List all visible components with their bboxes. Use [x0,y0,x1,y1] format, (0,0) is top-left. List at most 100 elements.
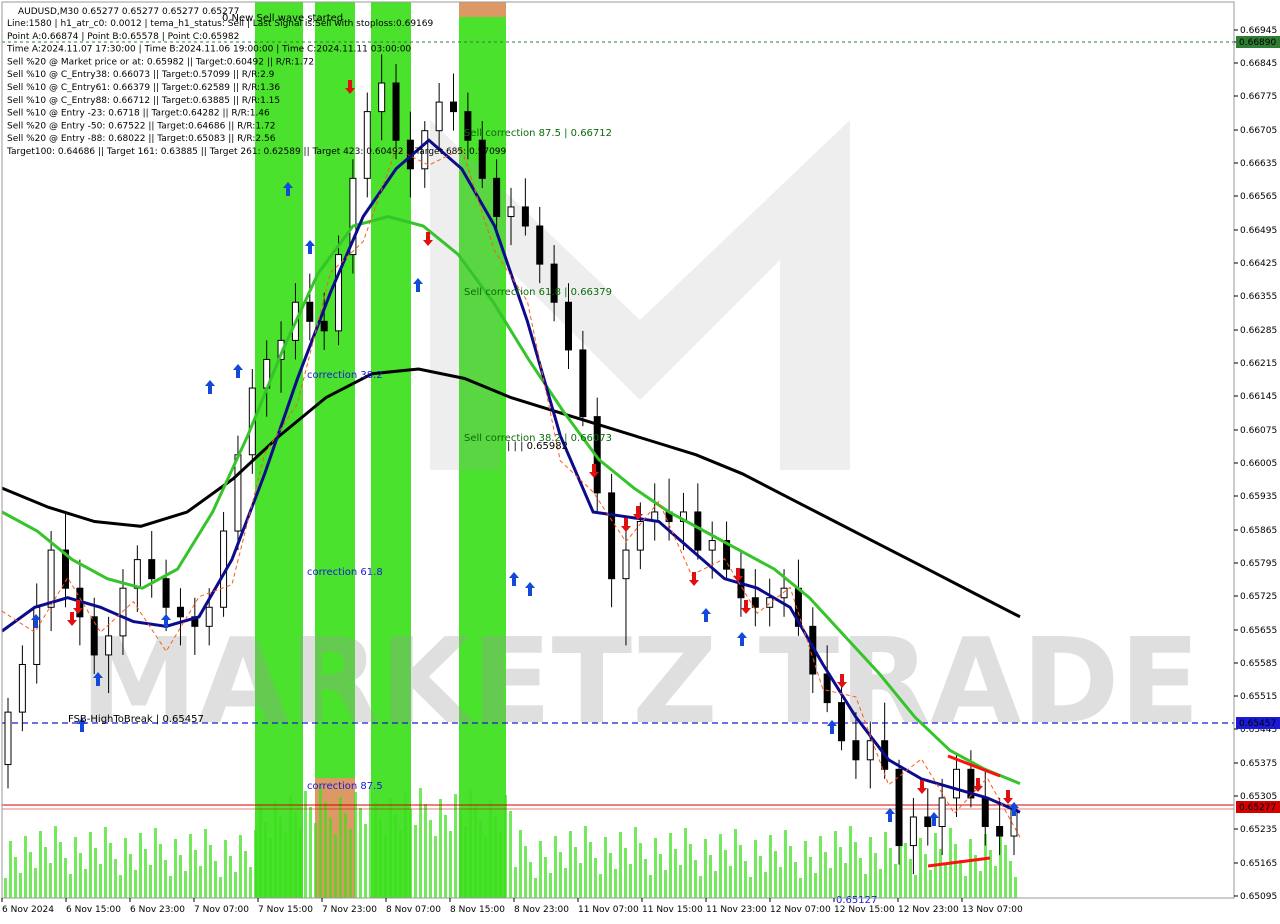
volume-bar [509,811,512,898]
candle-body [176,606,184,618]
volume-bar [649,875,652,898]
candle-body [148,559,156,580]
volume-bar [1009,861,1012,898]
x-tick-label: 11 Nov 23:00 [706,905,767,915]
volume-bar [729,866,732,898]
volume-bar [794,862,797,898]
volume-bar [369,787,372,898]
volume-bar [329,818,332,898]
volume-bar [689,844,692,898]
volume-bar [154,828,157,898]
y-tick-label: 0.66425 [1240,259,1277,269]
volume-bar [74,837,77,898]
annotation-label: correction 38.2 [307,370,383,381]
info-line: Point A:0.66874 | Point B:0.65578 | Poin… [7,32,239,42]
volume-bar [784,830,787,898]
volume-bar [104,827,107,898]
volume-bar [384,835,387,898]
x-tick-label: 11 Nov 15:00 [642,905,703,915]
volume-bar [24,836,27,898]
volume-bar [819,836,822,898]
volume-bar [184,871,187,898]
volume-bar [199,866,202,898]
candle-body [924,816,932,828]
volume-bar [924,854,927,898]
volume-bar [929,870,932,898]
volume-bar [564,868,567,898]
candle-body [205,606,213,627]
volume-bar [529,862,532,898]
volume-bar [4,878,7,898]
price-box-label: 0.66890 [1239,38,1276,48]
volume-bar [229,856,232,898]
y-tick-label: 0.65095 [1240,892,1277,902]
x-tick-label: 11 Nov 07:00 [578,905,639,915]
volume-bar [394,814,397,898]
volume-bar [334,834,337,898]
volume-bar [269,838,272,898]
volume-bar [909,859,912,898]
volume-bar [549,873,552,898]
volume-bar [584,826,587,898]
volume-bar [839,847,842,898]
candle-body [119,587,127,637]
volume-bar [534,878,537,898]
volume-bar [79,853,82,898]
correction-zone-2 [371,2,411,898]
volume-bar [734,829,737,898]
volume-bar [284,833,287,898]
volume-bar [969,839,972,898]
volume-bar [854,842,857,898]
volume-bar [829,868,832,898]
volume-bar [764,872,767,898]
y-tick-label: 0.65515 [1240,692,1277,702]
volume-bar [494,816,497,898]
volume-bar [129,854,132,898]
volume-bar [119,875,122,898]
candle-body [866,740,874,761]
y-tick-label: 0.65935 [1240,492,1277,502]
volume-bar [64,858,67,898]
volume-bar [919,838,922,898]
y-tick-label: 0.66005 [1240,459,1277,469]
chart-container[interactable]: MARKETZ TRADE Sell correction 87.5 | 0.6… [0,0,1280,920]
volume-bar [594,858,597,898]
y-tick-label: 0.66705 [1240,126,1277,136]
candle-body [766,597,774,608]
volume-bar [149,865,152,898]
annotation-label: | | | 0.65982 [507,441,568,452]
volume-bar [254,830,257,898]
price-box-label: 0.65457 [1239,719,1276,729]
volume-bar [524,846,527,898]
volume-bar [344,813,347,898]
volume-bar [589,842,592,898]
y-tick-label: 0.65585 [1240,659,1277,669]
volume-bar [519,830,522,898]
candle-body [4,711,12,766]
volume-bar [49,863,52,898]
volume-bar [799,878,802,898]
volume-bar [34,868,37,898]
volume-bar [749,877,752,898]
candle-body [493,177,501,217]
candle-body [133,559,141,589]
symbol-line: AUDUSD,M30 0.65277 0.65277 0.65277 0.652… [18,7,239,17]
volume-bar [279,817,282,898]
candle-body [306,301,314,322]
volume-bar [44,847,47,898]
volume-bar [324,802,327,898]
price-chart[interactable]: MARKETZ TRADE Sell correction 87.5 | 0.6… [0,0,1280,920]
volume-bar [299,828,302,898]
volume-bar [724,850,727,898]
volume-bar [824,852,827,898]
volume-bar [304,791,307,898]
volume-bar [859,858,862,898]
y-tick-label: 0.65375 [1240,759,1277,769]
candle-body [838,702,846,742]
volume-bar [414,825,417,898]
volume-bar [954,844,957,898]
volume-bar [834,831,837,898]
info-line: Sell %10 @ C_Entry61: 0.66379 || Target:… [7,83,280,93]
y-tick-label: 0.65305 [1240,792,1277,802]
volume-bar [779,867,782,898]
